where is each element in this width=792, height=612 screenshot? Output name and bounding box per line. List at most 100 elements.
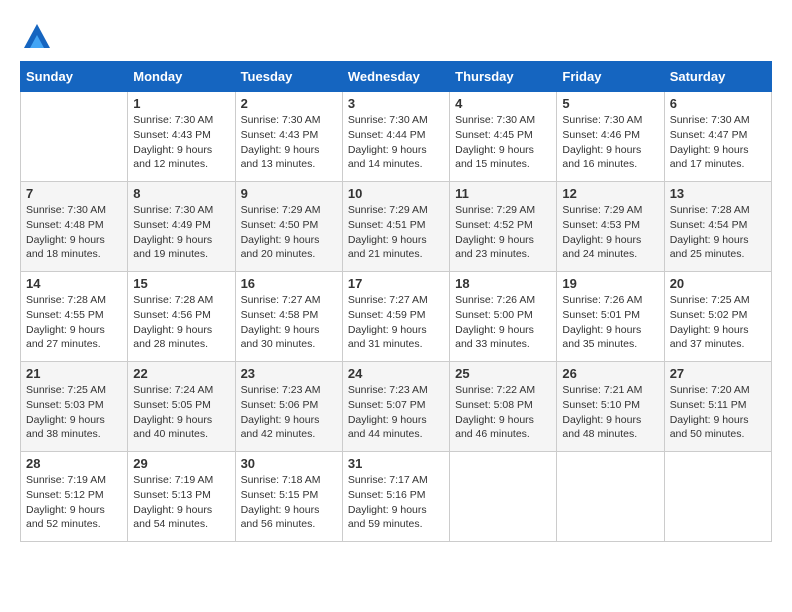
day-info: Sunrise: 7:30 AM Sunset: 4:43 PM Dayligh… xyxy=(133,113,229,172)
day-number: 28 xyxy=(26,456,122,471)
day-number: 7 xyxy=(26,186,122,201)
calendar-cell: 17Sunrise: 7:27 AM Sunset: 4:59 PM Dayli… xyxy=(342,272,449,362)
day-info: Sunrise: 7:28 AM Sunset: 4:55 PM Dayligh… xyxy=(26,293,122,352)
day-number: 6 xyxy=(670,96,766,111)
day-info: Sunrise: 7:30 AM Sunset: 4:48 PM Dayligh… xyxy=(26,203,122,262)
calendar-cell: 25 Sunrise: 7:22 AM Sunset: 5:08 PM Dayli… xyxy=(450,362,557,452)
day-info: Sunrise: 7:19 AM Sunset: 5:13 PM Dayligh… xyxy=(133,473,229,532)
calendar-cell xyxy=(557,452,664,542)
col-header-sunday: Sunday xyxy=(21,62,128,92)
logo-icon xyxy=(22,20,52,50)
calendar-cell: 14 Sunrise: 7:28 AM Sunset: 4:55 PM Dayli… xyxy=(21,272,128,362)
logo xyxy=(20,20,52,51)
day-info: Sunrise: 7:28 AM Sunset: 4:54 PM Dayligh… xyxy=(670,203,766,262)
calendar-cell xyxy=(664,452,771,542)
day-number: 16 xyxy=(241,276,337,291)
day-info: Sunrise: 7:19 AM Sunset: 5:12 PM Dayligh… xyxy=(26,473,122,532)
day-number: 29 xyxy=(133,456,229,471)
page-header xyxy=(20,20,772,51)
day-number: 27 xyxy=(670,366,766,381)
day-info: Sunrise: 7:17 AM Sunset: 5:16 PM Dayligh… xyxy=(348,473,444,532)
calendar-cell: 27 Sunrise: 7:20 AM Sunset: 5:11 PM Dayli… xyxy=(664,362,771,452)
day-number: 19 xyxy=(562,276,658,291)
day-info: Sunrise: 7:20 AM Sunset: 5:11 PM Dayligh… xyxy=(670,383,766,442)
day-info: Sunrise: 7:22 AM Sunset: 5:08 PM Dayligh… xyxy=(455,383,551,442)
calendar-cell: 22Sunrise: 7:24 AM Sunset: 5:05 PM Dayli… xyxy=(128,362,235,452)
day-number: 3 xyxy=(348,96,444,111)
day-info: Sunrise: 7:26 AM Sunset: 5:01 PM Dayligh… xyxy=(562,293,658,352)
day-info: Sunrise: 7:23 AM Sunset: 5:06 PM Dayligh… xyxy=(241,383,337,442)
calendar-cell: 16 Sunrise: 7:27 AM Sunset: 4:58 PM Dayli… xyxy=(235,272,342,362)
col-header-friday: Friday xyxy=(557,62,664,92)
calendar-cell: 20 Sunrise: 7:25 AM Sunset: 5:02 PM Dayli… xyxy=(664,272,771,362)
day-info: Sunrise: 7:29 AM Sunset: 4:53 PM Dayligh… xyxy=(562,203,658,262)
day-number: 2 xyxy=(241,96,337,111)
calendar-cell: 2 Sunrise: 7:30 AM Sunset: 4:43 PM Daylig… xyxy=(235,92,342,182)
day-number: 26 xyxy=(562,366,658,381)
day-number: 30 xyxy=(241,456,337,471)
calendar-cell: 26 Sunrise: 7:21 AM Sunset: 5:10 PM Dayli… xyxy=(557,362,664,452)
calendar-cell: 4 Sunrise: 7:30 AM Sunset: 4:45 PM Daylig… xyxy=(450,92,557,182)
day-info: Sunrise: 7:23 AM Sunset: 5:07 PM Dayligh… xyxy=(348,383,444,442)
calendar-cell: 28 Sunrise: 7:19 AM Sunset: 5:12 PM Dayli… xyxy=(21,452,128,542)
calendar-cell: 29 Sunrise: 7:19 AM Sunset: 5:13 PM Dayli… xyxy=(128,452,235,542)
day-number: 5 xyxy=(562,96,658,111)
day-number: 13 xyxy=(670,186,766,201)
day-number: 21 xyxy=(26,366,122,381)
calendar-cell: 31 Sunrise: 7:17 AM Sunset: 5:16 PM Dayli… xyxy=(342,452,449,542)
calendar-cell: 1Sunrise: 7:30 AM Sunset: 4:43 PM Daylig… xyxy=(128,92,235,182)
day-number: 8 xyxy=(133,186,229,201)
day-info: Sunrise: 7:30 AM Sunset: 4:46 PM Dayligh… xyxy=(562,113,658,172)
day-number: 4 xyxy=(455,96,551,111)
calendar-header-row: SundayMondayTuesdayWednesdayThursdayFrid… xyxy=(21,62,772,92)
day-info: Sunrise: 7:27 AM Sunset: 4:58 PM Dayligh… xyxy=(241,293,337,352)
col-header-thursday: Thursday xyxy=(450,62,557,92)
calendar-cell: 11Sunrise: 7:29 AM Sunset: 4:52 PM Dayli… xyxy=(450,182,557,272)
day-number: 9 xyxy=(241,186,337,201)
calendar-cell: 3 Sunrise: 7:30 AM Sunset: 4:44 PM Daylig… xyxy=(342,92,449,182)
calendar-cell: 15 Sunrise: 7:28 AM Sunset: 4:56 PM Dayli… xyxy=(128,272,235,362)
calendar-table: SundayMondayTuesdayWednesdayThursdayFrid… xyxy=(20,61,772,542)
calendar-cell xyxy=(21,92,128,182)
calendar-cell: 12 Sunrise: 7:29 AM Sunset: 4:53 PM Dayli… xyxy=(557,182,664,272)
day-number: 14 xyxy=(26,276,122,291)
day-info: Sunrise: 7:30 AM Sunset: 4:43 PM Dayligh… xyxy=(241,113,337,172)
day-info: Sunrise: 7:30 AM Sunset: 4:45 PM Dayligh… xyxy=(455,113,551,172)
week-row-5: 28 Sunrise: 7:19 AM Sunset: 5:12 PM Dayli… xyxy=(21,452,772,542)
calendar-cell: 10 Sunrise: 7:29 AM Sunset: 4:51 PM Dayli… xyxy=(342,182,449,272)
calendar-cell: 8 Sunrise: 7:30 AM Sunset: 4:49 PM Daylig… xyxy=(128,182,235,272)
day-number: 15 xyxy=(133,276,229,291)
day-info: Sunrise: 7:25 AM Sunset: 5:02 PM Dayligh… xyxy=(670,293,766,352)
day-info: Sunrise: 7:21 AM Sunset: 5:10 PM Dayligh… xyxy=(562,383,658,442)
calendar-cell: 5 Sunrise: 7:30 AM Sunset: 4:46 PM Daylig… xyxy=(557,92,664,182)
day-number: 23 xyxy=(241,366,337,381)
col-header-monday: Monday xyxy=(128,62,235,92)
day-info: Sunrise: 7:26 AM Sunset: 5:00 PM Dayligh… xyxy=(455,293,551,352)
day-number: 31 xyxy=(348,456,444,471)
col-header-tuesday: Tuesday xyxy=(235,62,342,92)
day-info: Sunrise: 7:28 AM Sunset: 4:56 PM Dayligh… xyxy=(133,293,229,352)
day-number: 25 xyxy=(455,366,551,381)
calendar-cell: 19 Sunrise: 7:26 AM Sunset: 5:01 PM Dayli… xyxy=(557,272,664,362)
day-number: 12 xyxy=(562,186,658,201)
calendar-cell: 18 Sunrise: 7:26 AM Sunset: 5:00 PM Dayli… xyxy=(450,272,557,362)
day-number: 24 xyxy=(348,366,444,381)
col-header-wednesday: Wednesday xyxy=(342,62,449,92)
day-number: 10 xyxy=(348,186,444,201)
week-row-2: 7 Sunrise: 7:30 AM Sunset: 4:48 PM Daylig… xyxy=(21,182,772,272)
day-number: 18 xyxy=(455,276,551,291)
week-row-3: 14 Sunrise: 7:28 AM Sunset: 4:55 PM Dayli… xyxy=(21,272,772,362)
day-info: Sunrise: 7:29 AM Sunset: 4:51 PM Dayligh… xyxy=(348,203,444,262)
calendar-cell: 24 Sunrise: 7:23 AM Sunset: 5:07 PM Dayli… xyxy=(342,362,449,452)
calendar-cell: 13 Sunrise: 7:28 AM Sunset: 4:54 PM Dayli… xyxy=(664,182,771,272)
day-info: Sunrise: 7:18 AM Sunset: 5:15 PM Dayligh… xyxy=(241,473,337,532)
day-number: 22 xyxy=(133,366,229,381)
day-number: 11 xyxy=(455,186,551,201)
calendar-cell: 9Sunrise: 7:29 AM Sunset: 4:50 PM Daylig… xyxy=(235,182,342,272)
day-info: Sunrise: 7:25 AM Sunset: 5:03 PM Dayligh… xyxy=(26,383,122,442)
day-info: Sunrise: 7:30 AM Sunset: 4:44 PM Dayligh… xyxy=(348,113,444,172)
day-number: 20 xyxy=(670,276,766,291)
day-number: 17 xyxy=(348,276,444,291)
col-header-saturday: Saturday xyxy=(664,62,771,92)
day-info: Sunrise: 7:30 AM Sunset: 4:49 PM Dayligh… xyxy=(133,203,229,262)
